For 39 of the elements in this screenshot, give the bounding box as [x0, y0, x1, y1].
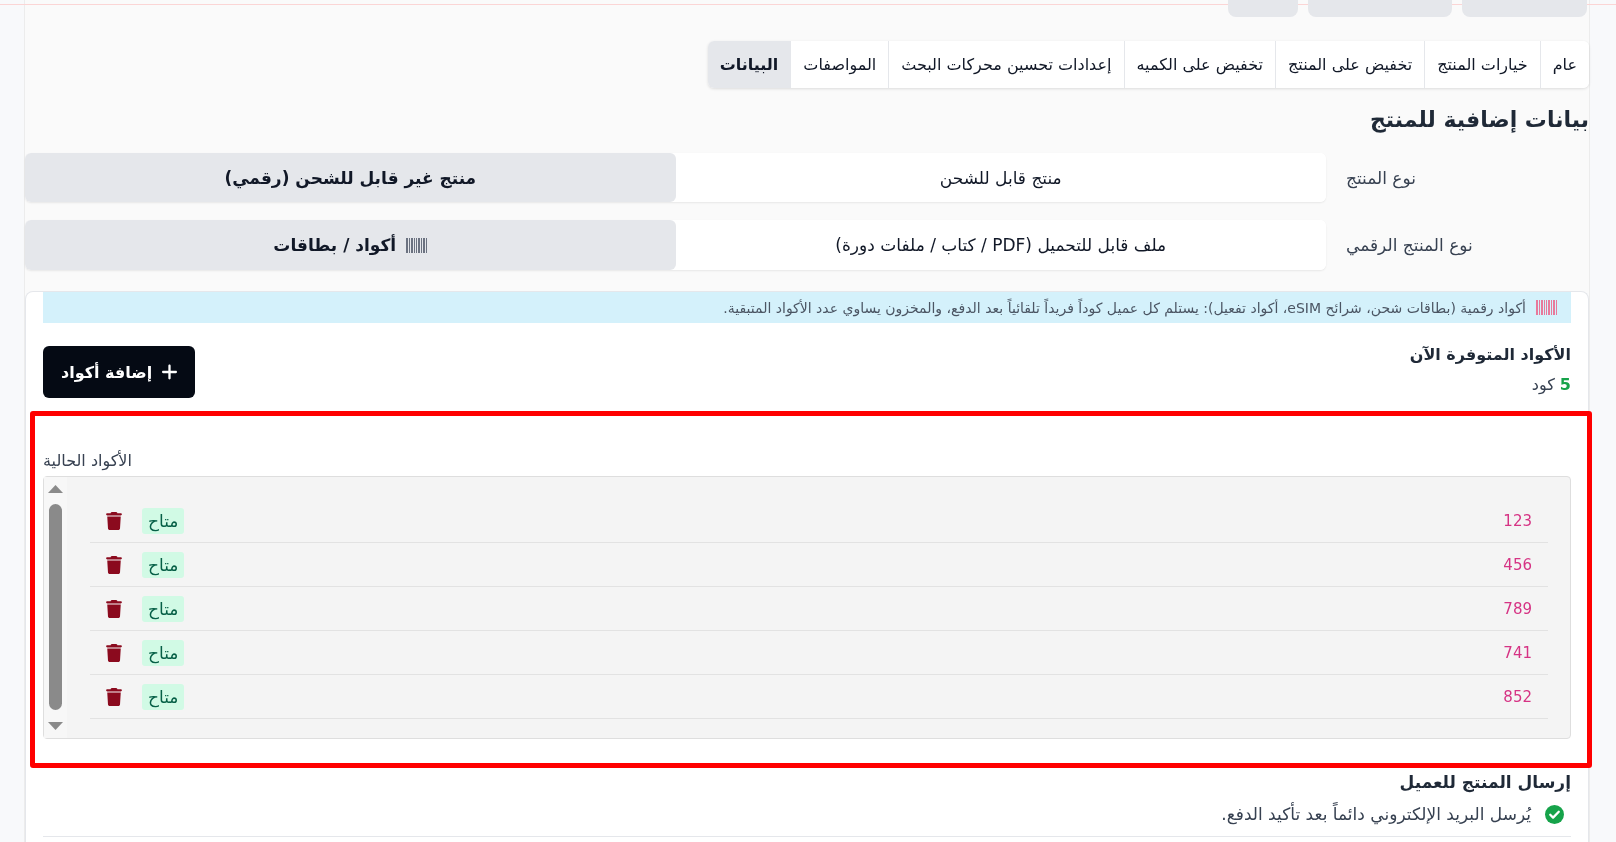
code-text: 852: [1503, 687, 1532, 706]
tab[interactable]: عام: [1539, 41, 1589, 88]
check-circle-icon: [1545, 804, 1564, 824]
status-badge: متاح: [142, 683, 185, 710]
code-count: 5: [1559, 374, 1571, 396]
status-badge: متاح: [142, 507, 185, 534]
barcode-icon: [1536, 300, 1557, 315]
delivery-note: يُرسل البريد الإلكتروني دائماً بعد تأكيد الدفع.: [1221, 802, 1531, 826]
tab[interactable]: خيارات المنتج: [1424, 41, 1540, 88]
segment-option[interactable]: منتج غير قابل للشحن (رقمي): [25, 153, 676, 202]
status-badge: متاح: [142, 639, 185, 666]
status-badge: متاح: [142, 551, 185, 578]
tab[interactable]: تخفيض على المنتج: [1275, 41, 1425, 88]
segment-option[interactable]: أكواد / بطاقات: [25, 220, 676, 270]
count-unit: كود: [1531, 374, 1555, 396]
section-heading: بيانات إضافية للمنتج: [1369, 106, 1589, 135]
trash-icon[interactable]: [106, 643, 122, 662]
code-text: 741: [1503, 643, 1532, 662]
status-badge: متاح: [142, 595, 185, 622]
tab[interactable]: تخفيض على الكميه: [1123, 41, 1275, 88]
trash-icon[interactable]: [106, 687, 122, 706]
field-label: نوع المنتج: [1346, 167, 1417, 188]
available-codes-title: الأكواد المتوفرة الآن: [1409, 344, 1571, 366]
trash-icon[interactable]: [106, 511, 122, 530]
add-codes-button[interactable]: إضافة أكواد: [43, 346, 196, 398]
trash-icon[interactable]: [106, 555, 122, 574]
code-text: 456: [1503, 555, 1532, 574]
plus-icon: [162, 364, 178, 380]
tab[interactable]: المواصفات: [790, 41, 889, 88]
code-text: 789: [1503, 599, 1532, 618]
notice-text: أكواد رقمية (بطاقات شحن، شرائح eSIM، أكواد تفعيل): يستلم كل عميل كوداً فريداً تلقائياً بعد الدفع، والمخزون يساوي عدد الأكواد المتبقية.: [723, 299, 1526, 316]
field-label: نوع المنتج الرقمي: [1346, 235, 1473, 255]
tab[interactable]: البيانات: [707, 41, 791, 88]
list-label: الأكواد الحالية: [43, 450, 132, 472]
barcode-icon: [406, 237, 428, 253]
delivery-title: إرسال المنتج للعميل: [1399, 771, 1571, 794]
trash-icon[interactable]: [106, 599, 122, 618]
code-text: 123: [1503, 511, 1532, 530]
tab[interactable]: إعدادات تحسين محركات البحث: [888, 41, 1124, 88]
